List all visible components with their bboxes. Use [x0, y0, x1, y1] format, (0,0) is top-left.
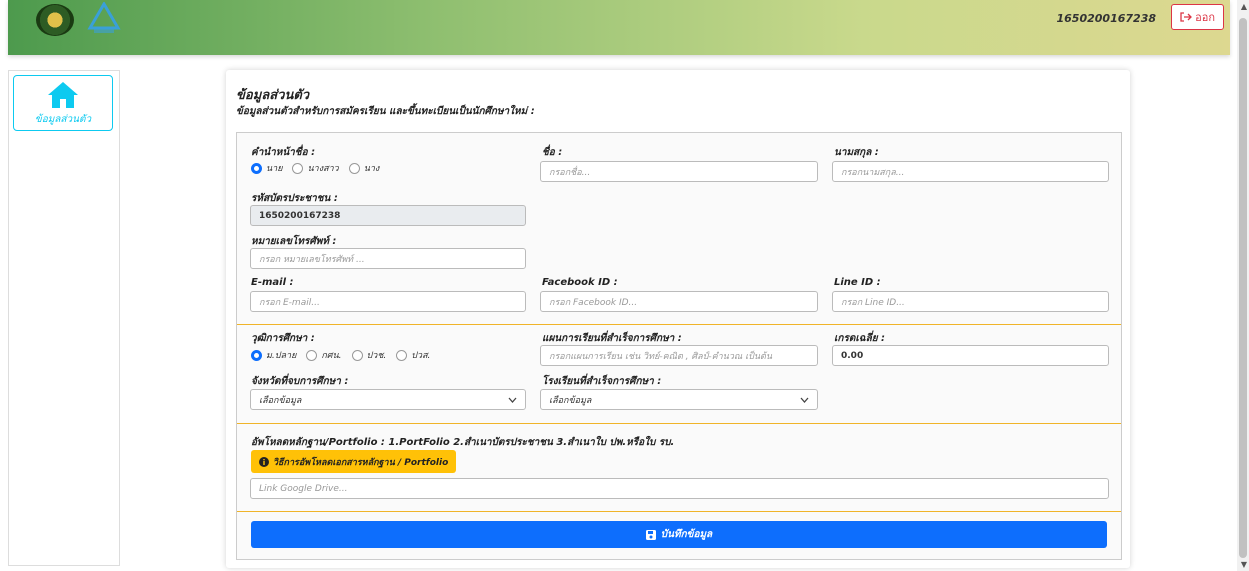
lastname-label: นามสกุล :	[834, 147, 879, 158]
user-id-text: 1650200167238	[1056, 12, 1157, 25]
line-id-label: Line ID :	[834, 277, 881, 288]
province-selected-value: เลือกข้อมูล	[259, 395, 302, 406]
prefix-option-miss[interactable]: นางสาว	[292, 161, 339, 175]
logout-icon	[1180, 12, 1193, 22]
gpa-input[interactable]: 0.00	[832, 345, 1109, 366]
profile-card: ข้อมูลส่วนตัว ข้อมูลส่วนตัวสำหรับการสมัค…	[226, 70, 1130, 568]
education-option-high-vocational[interactable]: ปวส.	[396, 348, 430, 362]
education-option-vocational[interactable]: ปวช.	[351, 348, 386, 362]
radio-unchecked-icon	[348, 162, 360, 174]
page-subtitle: ข้อมูลส่วนตัวสำหรับการสมัครเรียน และขึ้น…	[236, 106, 535, 117]
education-label: วุฒิการศึกษา :	[251, 333, 315, 344]
info-circle-icon	[259, 456, 269, 467]
radio-unchecked-icon	[306, 349, 318, 361]
education-radio-group: ม.ปลาย กศน. ปวช. ปวส.	[251, 348, 430, 362]
scroll-down-icon[interactable]: ▼	[1241, 560, 1247, 569]
lastname-input[interactable]: กรอกนามสกุล...	[832, 161, 1109, 182]
province-select[interactable]: เลือกข้อมูล	[250, 389, 526, 410]
page-title: ข้อมูลส่วนตัว	[236, 88, 310, 103]
citizen-id-input: 1650200167238	[250, 205, 526, 226]
province-label: จังหวัดที่จบการศึกษา :	[251, 376, 349, 387]
google-drive-input[interactable]: Link Google Drive...	[250, 478, 1109, 499]
page-scrollbar[interactable]: ▲ ▼	[1237, 0, 1249, 571]
facebook-input[interactable]: กรอก Facebook ID...	[540, 291, 818, 312]
firstname-label: ชื่อ :	[542, 147, 563, 158]
firstname-input[interactable]: กรอกชื่อ...	[540, 161, 818, 182]
citizen-id-label: รหัสบัตรประชาชน :	[251, 193, 338, 204]
line-id-input[interactable]: กรอก Line ID...	[832, 291, 1109, 312]
education-option-nfe[interactable]: กศน.	[306, 348, 342, 362]
floppy-disk-icon	[645, 529, 656, 540]
gpa-label: เกรดเฉลี่ย :	[834, 333, 886, 344]
email-label: E-mail :	[251, 277, 294, 288]
school-selected-value: เลือกข้อมูล	[549, 395, 592, 406]
save-button[interactable]: บันทึกข้อมูล	[251, 521, 1107, 548]
school-label: โรงเรียนที่สำเร็จการศึกษา :	[542, 376, 662, 387]
profile-form: คำนำหน้าชื่อ : นาย นางสาว นาง ชื่อ : กรอ…	[236, 132, 1122, 560]
prefix-radio-group: นาย นางสาว นาง	[251, 161, 379, 175]
upload-label: อัพโหลดหลักฐาน/Portfolio : 1.PortFolio 2…	[251, 437, 675, 448]
section-divider	[237, 324, 1121, 325]
university-logo	[36, 4, 74, 36]
facebook-label: Facebook ID :	[542, 277, 618, 288]
secondary-logo	[87, 2, 121, 33]
chevron-down-icon	[800, 397, 809, 403]
scroll-up-icon[interactable]: ▲	[1241, 2, 1247, 11]
logout-button[interactable]: ออก	[1171, 4, 1224, 30]
phone-label: หมายเลขโทรศัพท์ :	[251, 236, 337, 247]
phone-input[interactable]: กรอก หมายเลขโทรศัพท์ ...	[250, 248, 526, 269]
study-plan-input[interactable]: กรอกแผนการเรียน เช่น วิทย์-คณิต , ศิลป์-…	[540, 345, 818, 366]
upload-help-label: วิธีการอัพโหลดเอกสารหลักฐาน / Portfolio	[273, 457, 449, 468]
home-icon	[48, 81, 78, 108]
radio-checked-icon	[251, 162, 262, 174]
radio-checked-icon	[251, 349, 262, 361]
email-input[interactable]: กรอก E-mail...	[250, 291, 526, 312]
study-plan-label: แผนการเรียนที่สำเร็จการศึกษา :	[542, 333, 682, 344]
top-header: 1650200167238 ออก	[8, 0, 1230, 55]
prefix-option-mr[interactable]: นาย	[251, 161, 282, 175]
radio-unchecked-icon	[351, 349, 363, 361]
section-divider	[237, 511, 1121, 512]
education-option-highschool[interactable]: ม.ปลาย	[251, 348, 296, 362]
section-divider	[237, 423, 1121, 424]
prefix-option-mrs[interactable]: นาง	[348, 161, 379, 175]
sidebar: ข้อมูลส่วนตัว	[8, 70, 120, 566]
radio-unchecked-icon	[396, 349, 408, 361]
save-label: บันทึกข้อมูล	[660, 529, 713, 540]
scroll-thumb[interactable]	[1239, 18, 1247, 558]
logout-label: ออก	[1195, 11, 1215, 24]
sidebar-item-label: ข้อมูลส่วนตัว	[34, 113, 92, 125]
prefix-label: คำนำหน้าชื่อ :	[251, 147, 316, 158]
sidebar-item-profile[interactable]: ข้อมูลส่วนตัว	[13, 75, 113, 131]
upload-help-button[interactable]: วิธีการอัพโหลดเอกสารหลักฐาน / Portfolio	[251, 450, 457, 473]
radio-unchecked-icon	[292, 162, 304, 174]
chevron-down-icon	[508, 397, 517, 403]
school-select[interactable]: เลือกข้อมูล	[540, 389, 818, 410]
